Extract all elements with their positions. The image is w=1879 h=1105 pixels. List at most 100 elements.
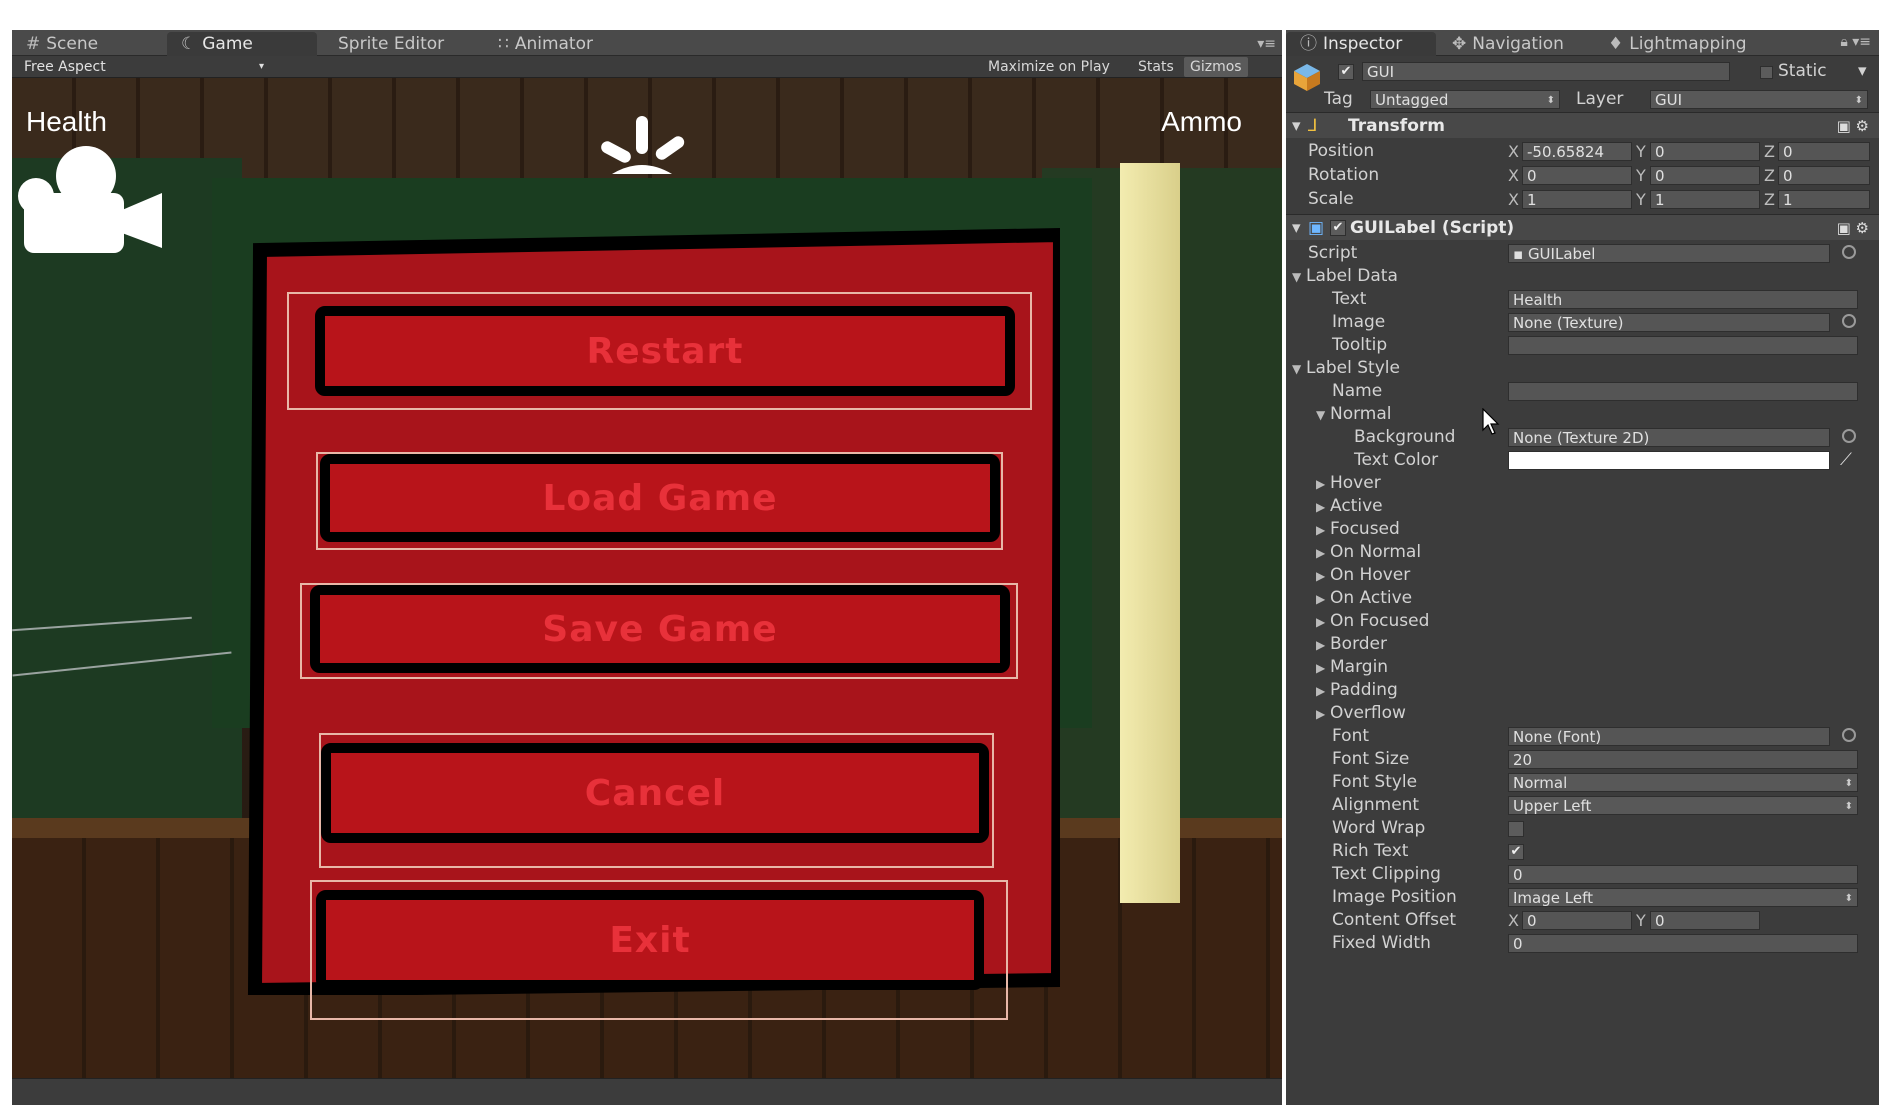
navigation-icon: ✥ bbox=[1452, 34, 1467, 54]
tab-scene[interactable]: # Scene bbox=[12, 32, 112, 56]
object-picker-icon[interactable] bbox=[1842, 314, 1856, 328]
normal-foldout[interactable]: ▼ Normal bbox=[1286, 403, 1879, 426]
font-size-row: Font Size 20 bbox=[1286, 748, 1879, 771]
text-field[interactable]: Health bbox=[1508, 290, 1858, 309]
text-color-swatch[interactable] bbox=[1508, 451, 1830, 470]
style-state-foldout[interactable]: ▶ On Active bbox=[1286, 587, 1879, 610]
style-state-foldout[interactable]: ▶ On Normal bbox=[1286, 541, 1879, 564]
tag-dropdown[interactable]: Untagged ⬍ bbox=[1370, 90, 1560, 109]
save-game-button[interactable]: Save Game bbox=[310, 585, 1010, 673]
content-offset-y-field[interactable]: 0 bbox=[1650, 911, 1760, 930]
dropdown-arrow-icon: ⬍ bbox=[1844, 778, 1853, 789]
style-state-text: Focused bbox=[1330, 519, 1400, 539]
tab-animator[interactable]: ∷ Animator bbox=[484, 32, 607, 56]
rotation-x-field[interactable]: 0 bbox=[1522, 166, 1632, 185]
tab-game[interactable]: ☾ Game bbox=[167, 32, 317, 56]
eyedropper-icon[interactable]: ⟋ bbox=[1840, 449, 1852, 472]
component-settings-icon[interactable]: ▣ ⚙ bbox=[1837, 113, 1869, 139]
tab-inspector[interactable]: ⓘ Inspector bbox=[1286, 32, 1436, 56]
axis-z-label[interactable]: Z bbox=[1764, 140, 1775, 163]
rotation-y-field[interactable]: 0 bbox=[1650, 166, 1760, 185]
axis-z-label[interactable]: Z bbox=[1764, 188, 1775, 211]
panel-menu-icon[interactable]: ▾≡ bbox=[1257, 36, 1276, 52]
style-state-label: ▶ On Focused bbox=[1316, 610, 1429, 634]
gizmos-button[interactable]: Gizmos bbox=[1184, 57, 1248, 77]
object-active-checkbox[interactable]: ✔ bbox=[1338, 64, 1354, 80]
layer-dropdown[interactable]: GUI ⬍ bbox=[1650, 90, 1868, 109]
style-name-field[interactable] bbox=[1508, 382, 1858, 401]
scale-y-field[interactable]: 1 bbox=[1650, 190, 1760, 209]
script-value: GUILabel bbox=[1527, 245, 1596, 263]
font-field[interactable]: None (Font) bbox=[1508, 727, 1830, 746]
scale-z-field[interactable]: 1 bbox=[1778, 190, 1870, 209]
axis-y-label[interactable]: Y bbox=[1636, 188, 1646, 211]
image-position-dropdown[interactable]: Image Left ⬍ bbox=[1508, 888, 1858, 907]
axis-x-label[interactable]: X bbox=[1508, 164, 1519, 187]
restart-button[interactable]: Restart bbox=[315, 306, 1015, 396]
style-state-foldout[interactable]: ▶ Padding bbox=[1286, 679, 1879, 702]
word-wrap-label: Word Wrap bbox=[1332, 818, 1426, 838]
game-icon: ☾ bbox=[181, 34, 197, 54]
style-state-foldout[interactable]: ▶ Border bbox=[1286, 633, 1879, 656]
script-field[interactable]: ▪︎ GUILabel bbox=[1508, 244, 1830, 263]
aspect-dropdown[interactable]: Free Aspect ▾ bbox=[18, 57, 268, 77]
object-name-field[interactable]: GUI bbox=[1362, 62, 1730, 81]
style-state-text: On Hover bbox=[1330, 565, 1411, 585]
tooltip-field[interactable] bbox=[1508, 336, 1858, 355]
object-picker-icon[interactable] bbox=[1842, 245, 1856, 259]
game-viewport[interactable]: Health Ammo Restart Load Game Save Game … bbox=[12, 78, 1282, 1078]
image-field[interactable]: None (Texture) bbox=[1508, 313, 1830, 332]
transform-header[interactable]: ▾ ⅃ Transform ▣ ⚙ bbox=[1286, 112, 1879, 138]
static-dropdown-icon[interactable]: ▾ bbox=[1858, 60, 1867, 83]
label-style-foldout[interactable]: ▼ Label Style bbox=[1286, 357, 1879, 380]
axis-z-label[interactable]: Z bbox=[1764, 164, 1775, 187]
object-picker-icon[interactable] bbox=[1842, 429, 1856, 443]
alignment-dropdown[interactable]: Upper Left ⬍ bbox=[1508, 796, 1858, 815]
position-y-field[interactable]: 0 bbox=[1650, 142, 1760, 161]
word-wrap-checkbox[interactable] bbox=[1508, 821, 1524, 837]
tab-sprite-editor[interactable]: Sprite Editor bbox=[324, 32, 458, 56]
image-position-value: Image Left bbox=[1513, 889, 1593, 907]
cancel-button[interactable]: Cancel bbox=[321, 743, 989, 843]
static-checkbox[interactable] bbox=[1760, 66, 1773, 79]
axis-x-label[interactable]: X bbox=[1508, 140, 1519, 163]
font-style-dropdown[interactable]: Normal ⬍ bbox=[1508, 773, 1858, 792]
style-state-foldout[interactable]: ▶ Focused bbox=[1286, 518, 1879, 541]
load-game-button[interactable]: Load Game bbox=[320, 454, 1000, 542]
style-state-foldout[interactable]: ▶ Margin bbox=[1286, 656, 1879, 679]
tab-lightmapping[interactable]: ♦ Lightmapping bbox=[1594, 32, 1761, 56]
component-settings-icon[interactable]: ▣ ⚙ bbox=[1837, 215, 1869, 241]
background-field[interactable]: None (Texture 2D) bbox=[1508, 428, 1830, 447]
style-state-foldout[interactable]: ▶ On Focused bbox=[1286, 610, 1879, 633]
axis-x-label[interactable]: X bbox=[1508, 909, 1519, 932]
axis-x-label[interactable]: X bbox=[1508, 188, 1519, 211]
position-z-field[interactable]: 0 bbox=[1778, 142, 1870, 161]
style-state-foldout[interactable]: ▶ Hover bbox=[1286, 472, 1879, 495]
scale-x-field[interactable]: 1 bbox=[1522, 190, 1632, 209]
guilabel-component-header[interactable]: ▾ ▣ ✔ GUILabel (Script) ▣ ⚙ bbox=[1286, 214, 1879, 240]
axis-y-label[interactable]: Y bbox=[1636, 140, 1646, 163]
rich-text-checkbox[interactable]: ✔ bbox=[1508, 844, 1524, 860]
axis-y-label[interactable]: Y bbox=[1636, 909, 1646, 932]
label-data-foldout[interactable]: ▼ Label Data bbox=[1286, 265, 1879, 288]
fixed-width-row: Fixed Width 0 bbox=[1286, 932, 1879, 955]
tab-navigation[interactable]: ✥ Navigation bbox=[1438, 32, 1578, 56]
font-size-field[interactable]: 20 bbox=[1508, 750, 1858, 769]
style-state-foldout[interactable]: ▶ On Hover bbox=[1286, 564, 1879, 587]
content-offset-x-field[interactable]: 0 bbox=[1522, 911, 1632, 930]
position-x-field[interactable]: -50.65824 bbox=[1522, 142, 1632, 161]
axis-y-label[interactable]: Y bbox=[1636, 164, 1646, 187]
fixed-width-field[interactable]: 0 bbox=[1508, 934, 1858, 953]
exit-button[interactable]: Exit bbox=[316, 890, 984, 990]
object-picker-icon[interactable] bbox=[1842, 728, 1856, 742]
style-state-label: ▶ Overflow bbox=[1316, 702, 1406, 726]
maximize-on-play-button[interactable]: Maximize on Play bbox=[982, 57, 1116, 77]
lock-icon[interactable]: 🔒︎ ▾≡ bbox=[1840, 34, 1871, 50]
stats-button[interactable]: Stats bbox=[1132, 57, 1180, 77]
component-enabled-checkbox[interactable]: ✔ bbox=[1330, 220, 1346, 236]
script-icon: ▣ bbox=[1308, 218, 1325, 238]
text-clipping-field[interactable]: 0 bbox=[1508, 865, 1858, 884]
style-state-foldout[interactable]: ▶ Active bbox=[1286, 495, 1879, 518]
style-state-foldout[interactable]: ▶ Overflow bbox=[1286, 702, 1879, 725]
rotation-z-field[interactable]: 0 bbox=[1778, 166, 1870, 185]
